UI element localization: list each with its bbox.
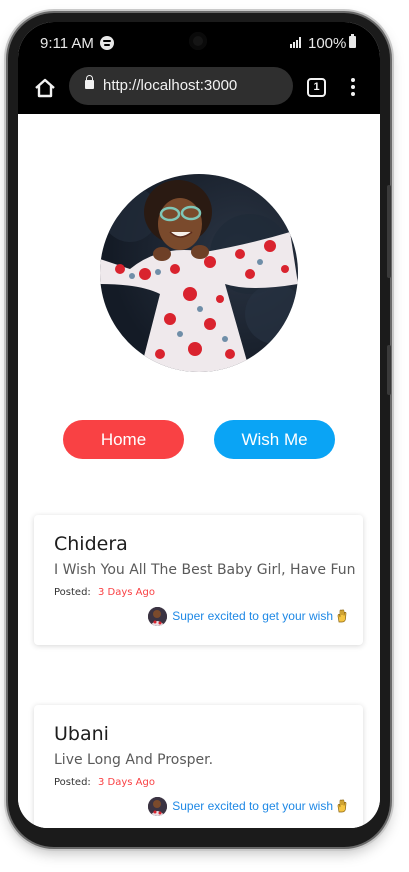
tabs-icon[interactable]: 1	[307, 78, 326, 97]
page-content: Home Wish Me Chidera I Wish You All The …	[18, 114, 380, 828]
wish-message: Live Long And Prosper.	[54, 752, 214, 768]
avatar	[148, 606, 168, 626]
battery-percentage: 100%	[308, 35, 347, 52]
status-bar: 9:11 AM 100%	[18, 22, 380, 62]
wish-message: I Wish You All The Best Baby Girl, Have …	[54, 562, 356, 578]
raised-hand-icon	[337, 609, 347, 623]
power-button	[387, 345, 391, 395]
profile-photo	[100, 174, 298, 372]
reply-row: Super excited to get your wish	[148, 606, 347, 626]
posted-label: Posted:	[54, 777, 91, 788]
reply-text: Super excited to get your wish	[172, 609, 333, 623]
menu-icon[interactable]	[351, 78, 355, 98]
address-bar[interactable]: http://localhost:3000	[69, 67, 293, 105]
volume-button	[387, 185, 391, 278]
avatar	[148, 796, 168, 816]
home-button[interactable]: Home	[63, 420, 184, 459]
posted-info: Posted: 3 Days Ago	[54, 777, 155, 788]
wisher-name: Ubani	[54, 723, 109, 745]
reply-row: Super excited to get your wish	[148, 796, 347, 816]
posted-info: Posted: 3 Days Ago	[54, 587, 155, 598]
spotify-icon	[100, 36, 114, 50]
lock-icon	[85, 75, 94, 89]
wisher-name: Chidera	[54, 533, 128, 555]
status-time: 9:11 AM	[40, 35, 94, 52]
posted-label: Posted:	[54, 587, 91, 598]
wish-card: Chidera I Wish You All The Best Baby Gir…	[34, 515, 363, 645]
signal-icon	[290, 37, 302, 48]
front-camera	[189, 32, 207, 50]
battery-icon	[349, 34, 356, 48]
posted-time: 3 Days Ago	[97, 777, 155, 788]
wish-card: Ubani Live Long And Prosper. Posted: 3 D…	[34, 705, 363, 828]
posted-time: 3 Days Ago	[97, 587, 155, 598]
home-icon[interactable]	[34, 78, 56, 98]
url-text: http://localhost:3000	[103, 77, 238, 94]
browser-toolbar: http://localhost:3000 1	[18, 62, 380, 114]
reply-text: Super excited to get your wish	[172, 799, 333, 813]
phone-screen: 9:11 AM 100% http://localhost:3000 1 Hom…	[18, 22, 380, 828]
raised-hand-icon	[337, 799, 347, 813]
wish-me-button[interactable]: Wish Me	[214, 420, 335, 459]
